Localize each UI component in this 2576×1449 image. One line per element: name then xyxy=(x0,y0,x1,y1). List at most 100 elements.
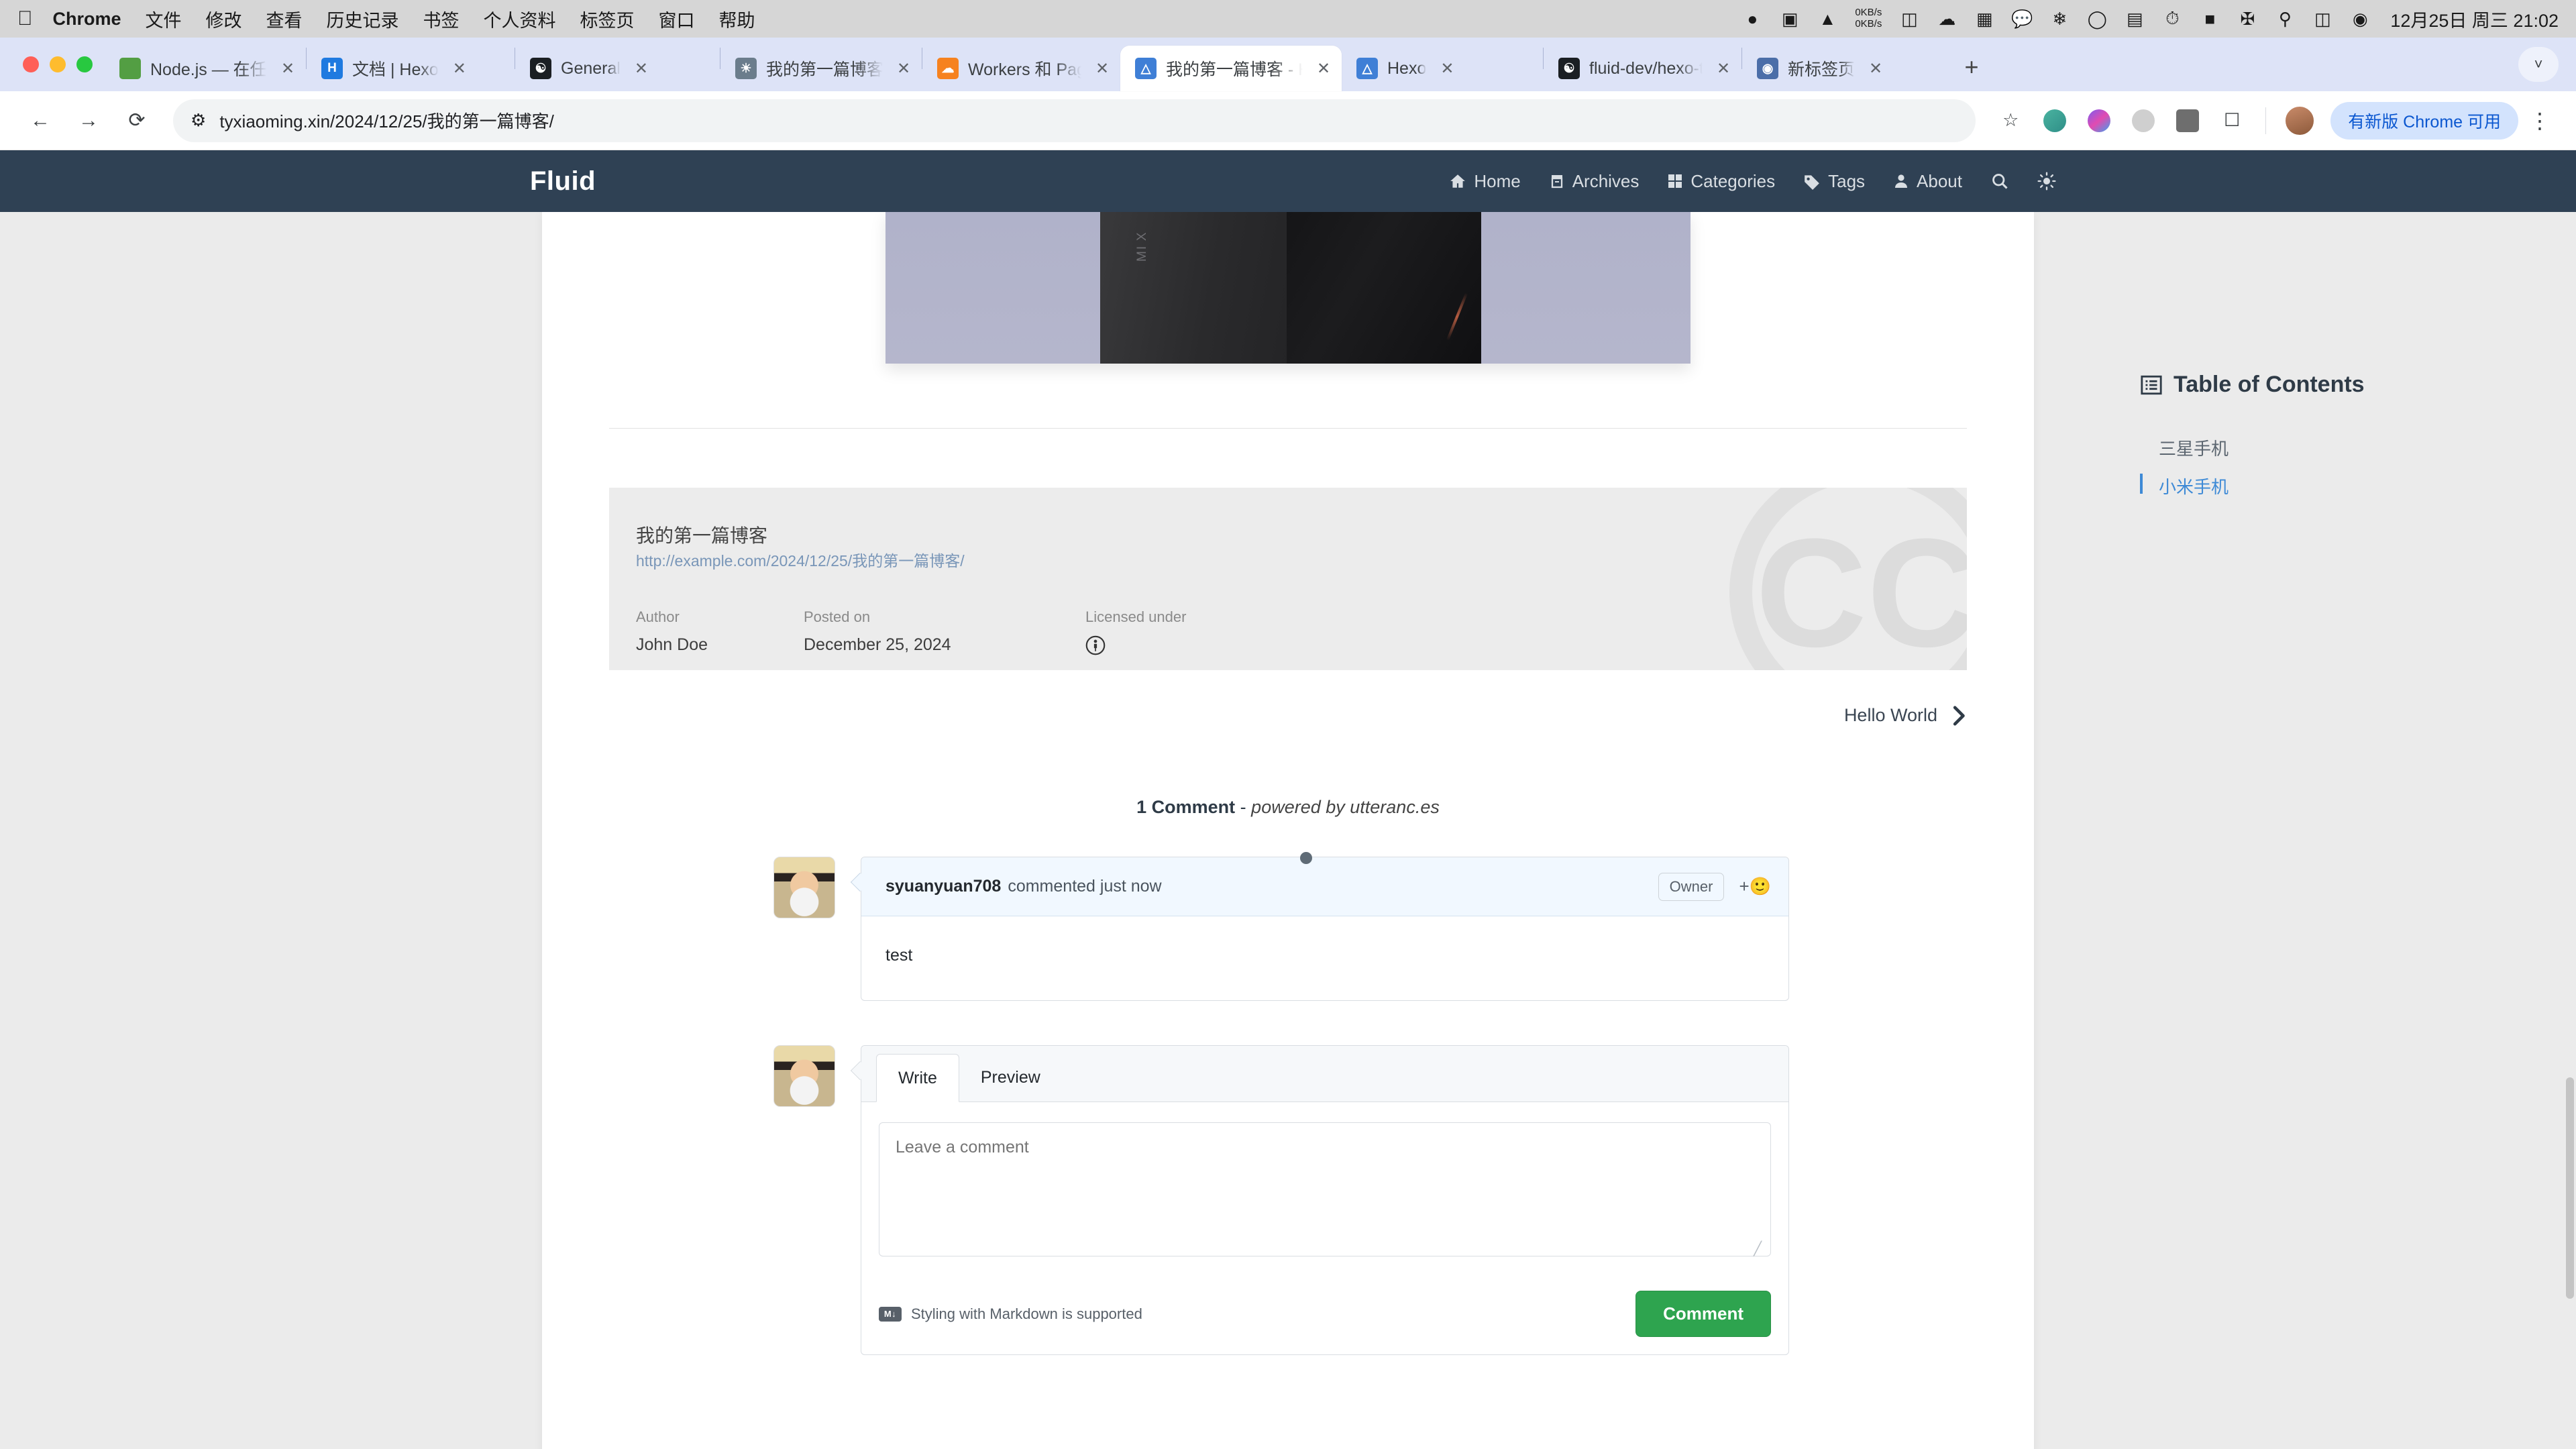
avatar[interactable] xyxy=(773,857,835,918)
nav-search-button[interactable] xyxy=(1990,172,2009,191)
close-icon[interactable]: ✕ xyxy=(1864,57,1887,80)
cat-icon[interactable]: ▲ xyxy=(1817,7,1837,30)
add-reaction-icon[interactable]: +🙂 xyxy=(1739,876,1771,897)
next-post-link[interactable]: Hello World xyxy=(609,705,1967,726)
search-icon[interactable]: ⚲ xyxy=(2275,7,2295,30)
tab-preview[interactable]: Preview xyxy=(959,1053,1062,1102)
close-icon[interactable]: ✕ xyxy=(1091,57,1114,80)
menubar-item-bookmarks[interactable]: 书签 xyxy=(423,6,460,32)
resize-handle[interactable]: ╱ xyxy=(1754,1242,1766,1256)
user-icon xyxy=(1895,174,1908,188)
wifi-icon[interactable]: ◯ xyxy=(2087,7,2107,30)
new-tab-button[interactable]: + xyxy=(1953,48,1990,86)
submit-comment-button[interactable]: Comment xyxy=(1635,1291,1771,1337)
reader-extension-icon[interactable] xyxy=(2167,101,2208,141)
bluetooth-icon[interactable]: ✠ xyxy=(2237,7,2257,30)
menubar-item-profile[interactable]: 个人资料 xyxy=(484,6,556,32)
menubar-clock[interactable]: 12月25日 周三 21:02 xyxy=(2390,6,2559,32)
url-text: tyxiaoming.xin/2024/12/25/我的第一篇博客/ xyxy=(219,111,554,131)
avatar[interactable] xyxy=(773,1045,835,1107)
star-icon[interactable]: ☆ xyxy=(1990,101,2031,141)
arrow-right-icon[interactable]: → xyxy=(67,99,110,142)
clock-icon[interactable]: ⏱ xyxy=(2162,7,2182,30)
reload-icon[interactable]: ⟳ xyxy=(115,99,158,142)
nav-item-tags[interactable]: Tags xyxy=(1803,171,1865,192)
chinese-app-icon[interactable]: ▣ xyxy=(1780,7,1800,30)
close-icon[interactable]: ✕ xyxy=(276,57,299,80)
comment-author[interactable]: syuanyuan708 xyxy=(885,877,1001,896)
window-close-button[interactable] xyxy=(23,56,39,72)
network-speed-indicator[interactable]: 0KB/s 0KB/s xyxy=(1855,7,1882,30)
tab-my-first-blog-hexo[interactable]: ☀ 我的第一篇博客 | Hexo ✕ xyxy=(720,46,922,91)
nav-item-about[interactable]: About xyxy=(1893,171,1962,192)
page-scrollbar[interactable] xyxy=(2564,212,2576,1449)
tab-hexo-docs[interactable]: H 文档 | Hexo ✕ xyxy=(307,46,515,91)
menubar-item-edit[interactable]: 修改 xyxy=(206,6,242,32)
comment-input[interactable] xyxy=(879,1122,1771,1256)
battery-plug-icon[interactable]: ▤ xyxy=(2125,7,2145,30)
wechat-icon[interactable]: 💬 xyxy=(2011,7,2033,30)
nav-theme-toggle-button[interactable] xyxy=(2037,172,2056,191)
translate-extension-icon[interactable] xyxy=(2035,101,2075,141)
tab-hexo[interactable]: △ Hexo ✕ xyxy=(1342,46,1543,91)
tab-workers-pages[interactable]: ☁ Workers 和 Pages | S ✕ xyxy=(922,46,1120,91)
tune-icon[interactable]: ⚙ xyxy=(191,110,206,131)
tab-fluid-dev-repo[interactable]: ☯ fluid-dev/hexo-theme ✕ xyxy=(1544,46,1741,91)
nav-item-archives[interactable]: Archives xyxy=(1549,171,1639,192)
cloud-extension-icon[interactable] xyxy=(2123,101,2163,141)
tab-my-first-blog-active[interactable]: △ 我的第一篇博客 - Hex ✕ xyxy=(1120,46,1342,91)
tab-general[interactable]: ☯ General ✕ xyxy=(515,46,720,91)
close-icon[interactable]: ✕ xyxy=(892,57,915,80)
scrollbar-thumb[interactable] xyxy=(2566,1077,2574,1299)
tab-nodejs[interactable]: Node.js — 在任何地方 ✕ xyxy=(105,46,306,91)
site-brand[interactable]: Fluid xyxy=(530,166,596,197)
close-icon[interactable]: ✕ xyxy=(630,57,653,80)
toc-list: 三星手机 小米手机 xyxy=(2140,429,2516,505)
screenshot-icon[interactable]: ◫ xyxy=(1899,7,1919,30)
display-icon[interactable]: ▦ xyxy=(1974,7,1994,30)
close-icon[interactable]: ✕ xyxy=(1312,57,1335,80)
menubar-item-tabs[interactable]: 标签页 xyxy=(580,6,635,32)
toc-item-samsung[interactable]: 三星手机 xyxy=(2140,429,2516,467)
form-body: ╱ M↓ Styling with Markdown is supported … xyxy=(861,1102,1788,1354)
window-minimize-button[interactable] xyxy=(50,56,66,72)
weather-icon[interactable]: ☁ xyxy=(1937,7,1957,30)
menubar-item-view[interactable]: 查看 xyxy=(266,6,303,32)
kebab-menu-icon[interactable]: ⋮ xyxy=(2522,108,2557,133)
tab-new-tab-page[interactable]: ◉ 新标签页 ✕ xyxy=(1742,46,1943,91)
evernote-icon[interactable]: ❄ xyxy=(2049,7,2070,30)
menubar-item-history[interactable]: 历史记录 xyxy=(327,6,399,32)
nav-item-home[interactable]: Home xyxy=(1449,171,1521,192)
s-app-icon[interactable]: ■ xyxy=(2200,7,2220,30)
window-maximize-button[interactable] xyxy=(76,56,93,72)
table-of-contents: Table of Contents 三星手机 小米手机 xyxy=(2140,372,2516,505)
circle-icon[interactable]: ● xyxy=(1742,7,1762,30)
avatar-icon[interactable] xyxy=(2279,101,2320,141)
control-center-icon[interactable]: ◫ xyxy=(2312,7,2332,30)
markdown-note: M↓ Styling with Markdown is supported xyxy=(879,1305,1142,1323)
license-post-url[interactable]: http://example.com/2024/12/25/我的第一篇博客/ xyxy=(636,552,965,570)
close-icon[interactable]: ✕ xyxy=(1712,57,1735,80)
toc-item-xiaomi[interactable]: 小米手机 xyxy=(2140,467,2516,505)
chevron-down-icon[interactable]: ˅ xyxy=(2518,47,2559,82)
rainbow-extension-icon[interactable] xyxy=(2079,101,2119,141)
cc-by-icon[interactable] xyxy=(1085,635,1186,660)
tab-title: Workers 和 Pages | S xyxy=(968,60,1081,79)
menubar-item-file[interactable]: 文件 xyxy=(146,6,182,32)
nav-item-categories[interactable]: Categories xyxy=(1667,171,1775,192)
comment-header: syuanyuan708 commented just now Owner +🙂 xyxy=(861,857,1788,916)
chevron-right-icon xyxy=(1953,705,1965,726)
tab-write[interactable]: Write xyxy=(876,1054,959,1102)
apple-logo-icon[interactable]:  xyxy=(17,9,33,29)
tab-title: 我的第一篇博客 | Hexo xyxy=(766,60,883,79)
siri-icon[interactable]: ◉ xyxy=(2350,7,2370,30)
menubar-item-help[interactable]: 帮助 xyxy=(719,6,755,32)
chrome-update-button[interactable]: 有新版 Chrome 可用 xyxy=(2330,101,2518,140)
menubar-app-name[interactable]: Chrome xyxy=(53,9,121,30)
puzzle-extension-icon[interactable]: ☐ xyxy=(2212,101,2252,141)
close-icon[interactable]: ✕ xyxy=(1436,57,1458,80)
arrow-left-icon[interactable]: ← xyxy=(19,99,62,142)
address-bar[interactable]: ⚙ tyxiaoming.xin/2024/12/25/我的第一篇博客/ xyxy=(173,99,1976,142)
menubar-item-window[interactable]: 窗口 xyxy=(659,6,695,32)
close-icon[interactable]: ✕ xyxy=(448,57,471,80)
